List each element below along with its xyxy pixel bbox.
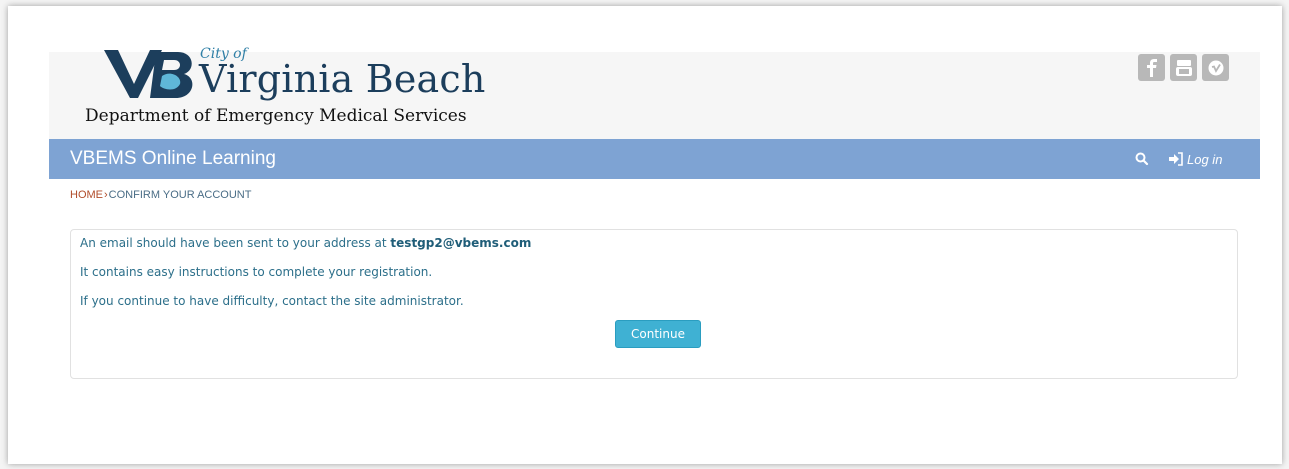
- email-sent-message: An email should have been sent to your a…: [80, 236, 531, 250]
- continue-button[interactable]: Continue: [615, 320, 701, 348]
- breadcrumb-separator: ›: [104, 189, 108, 201]
- brand-name: Virginia Beach: [199, 57, 486, 101]
- confirmation-panel: An email should have been sent to your a…: [70, 229, 1238, 379]
- help-message: If you continue to have difficulty, cont…: [80, 294, 464, 308]
- sign-in-icon: [1169, 152, 1183, 166]
- youtube-icon: [1175, 59, 1192, 76]
- vimeo-icon: [1208, 60, 1223, 75]
- breadcrumb-current: CONFIRM YOUR ACCOUNT: [108, 189, 252, 201]
- facebook-icon: [1146, 58, 1157, 77]
- site-title[interactable]: VBEMS Online Learning: [70, 148, 276, 170]
- breadcrumb-home[interactable]: HOME: [70, 189, 103, 201]
- site-header: City of Virginia Beach Department of Eme…: [49, 46, 1260, 139]
- vb-logo: [104, 50, 193, 98]
- email-address: testgp2@vbems.com: [390, 236, 532, 250]
- search-button[interactable]: [1134, 151, 1150, 167]
- search-icon: [1135, 152, 1149, 166]
- login-link[interactable]: Log in: [1168, 149, 1222, 169]
- login-label: Log in: [1187, 151, 1223, 167]
- vimeo-link[interactable]: [1202, 54, 1229, 81]
- facebook-link[interactable]: [1138, 54, 1165, 81]
- youtube-link[interactable]: [1170, 54, 1197, 81]
- email-sent-prefix: An email should have been sent to your a…: [80, 236, 391, 250]
- department-name: Department of Emergency Medical Services: [85, 106, 467, 126]
- breadcrumb: HOME › CONFIRM YOUR ACCOUNT: [70, 189, 251, 201]
- instructions-message: It contains easy instructions to complet…: [80, 265, 433, 279]
- navbar: VBEMS Online Learning Log in: [49, 139, 1260, 179]
